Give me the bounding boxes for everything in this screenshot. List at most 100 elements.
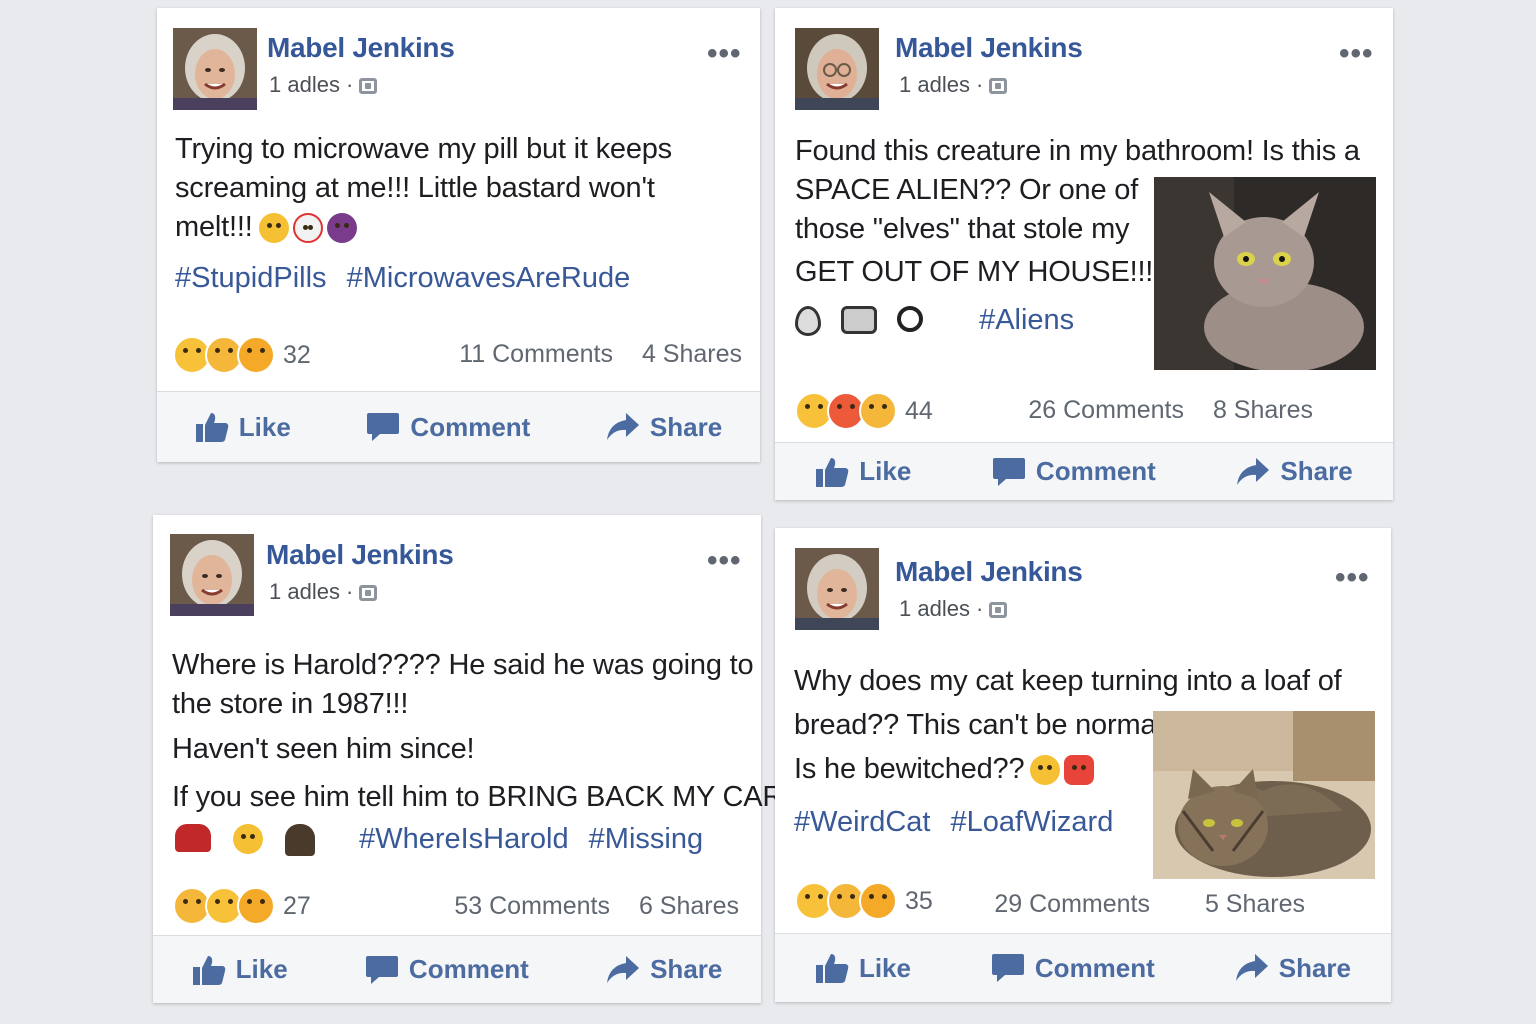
like-button[interactable]: Like [815,952,911,984]
like-thumb-icon [816,457,849,487]
author-name[interactable]: Mabel Jenkins [895,556,1083,588]
post-stats: 29 Comments 5 Shares [972,890,1305,919]
sob-reaction-icon [859,882,897,920]
comment-label: Comment [408,954,529,984]
share-label: Share [650,954,723,984]
comment-button[interactable]: Comment [992,456,1156,488]
hashtags: #Aliens [795,304,1086,337]
reaction-count: 27 [283,891,311,920]
comment-bubble-icon [365,955,398,984]
reaction-summary[interactable]: 35 [795,882,933,920]
like-thumb-icon [195,413,229,442]
shares-count[interactable]: 6 Shares [639,892,739,920]
hashtag-link[interactable]: #MicrowavesAreRude [347,262,631,294]
share-button[interactable]: Share [1236,456,1353,488]
privacy-icon [359,78,378,94]
like-button[interactable]: Like [195,411,291,443]
emoji-icon [258,213,289,244]
camera-icon [841,306,877,335]
shares-count[interactable]: 4 Shares [642,340,742,368]
share-arrow-icon [1237,457,1270,485]
action-bar: Like Comment Share [153,936,761,1003]
avatar[interactable] [795,548,879,630]
like-label: Like [859,456,912,486]
balloon-icon [795,306,821,337]
hashtags: #StupidPills #MicrowavesAreRude [175,262,642,295]
share-button[interactable]: Share [1235,952,1351,984]
comment-button[interactable]: Comment [365,954,529,986]
avatar[interactable] [795,28,879,110]
hashtag-link[interactable]: #Aliens [979,304,1074,336]
action-bar: Like Comment Share [775,443,1393,500]
timestamp[interactable]: 1 adles · [899,72,983,98]
post-stats: 53 Comments 6 Shares [432,892,739,921]
share-arrow-icon [606,413,639,440]
avatar[interactable] [173,28,257,110]
reaction-summary[interactable]: 44 [795,392,933,430]
post-meta: 1 adles · [269,72,378,98]
comment-label: Comment [1035,456,1156,486]
magnifier-icon [897,306,923,333]
share-button[interactable]: Share [606,411,722,443]
comment-bubble-icon [992,457,1025,486]
post-stats: 26 Comments 8 Shares [1006,396,1313,425]
shares-count[interactable]: 5 Shares [1205,890,1305,918]
comments-count[interactable]: 53 Comments [454,892,610,920]
post-meta: 1 adles · [899,72,1008,98]
sob-reaction-icon [859,392,897,430]
like-button[interactable]: Like [192,954,288,986]
comment-bubble-icon [367,413,400,441]
avatar[interactable] [170,534,254,616]
emoji-icon [292,213,323,244]
inline-emojis [258,213,357,244]
post-card: Mabel Jenkins 1 adles · ••• Trying to mi… [157,8,760,462]
post-text-line: Is he bewitched?? [794,753,1025,785]
more-options-icon[interactable]: ••• [1335,563,1370,593]
timestamp[interactable]: 1 adles · [269,579,353,605]
post-photo-loaf-cat[interactable] [1153,711,1375,879]
shares-count[interactable]: 8 Shares [1213,396,1313,424]
emoji-row [795,306,935,337]
emoji-row [175,824,327,857]
more-options-icon[interactable]: ••• [707,39,742,69]
comment-button[interactable]: Comment [991,952,1155,984]
more-options-icon[interactable]: ••• [707,546,742,576]
post-text-line: Found this creature in my bathroom! Is t… [795,135,1360,167]
reaction-count: 32 [283,340,311,369]
hashtag-link[interactable]: #StupidPills [175,262,327,294]
post-text-line: Why does my cat keep turning into a loaf… [794,665,1342,697]
author-name[interactable]: Mabel Jenkins [266,539,454,571]
person-icon [285,824,315,857]
post-text-line: Haven't seen him since! [172,733,475,765]
share-button[interactable]: Share [606,954,722,986]
action-bar: Like Comment Share [775,934,1391,1002]
timestamp[interactable]: 1 adles · [899,596,983,622]
author-name[interactable]: Mabel Jenkins [267,32,455,64]
emoji-icon [1030,755,1061,786]
comments-count[interactable]: 29 Comments [994,890,1150,918]
share-label: Share [649,411,723,442]
hashtag-link[interactable]: #Missing [589,823,703,855]
post-card: Mabel Jenkins 1 adles · ••• Why does my … [775,528,1391,1002]
like-thumb-icon [192,955,225,985]
reaction-summary[interactable]: 27 [173,887,311,925]
comment-button[interactable]: Comment [366,411,530,443]
hashtag-link[interactable]: #LoafWizard [951,806,1114,838]
comments-count[interactable]: 26 Comments [1028,396,1184,424]
comments-count[interactable]: 11 Comments [459,340,613,368]
comment-label: Comment [1034,952,1155,983]
hashtags: #WeirdCat #LoafWizard [794,806,1125,839]
privacy-icon [989,602,1008,618]
more-options-icon[interactable]: ••• [1339,39,1374,69]
privacy-icon [359,585,378,601]
hashtag-link[interactable]: #WhereIsHarold [359,823,569,855]
action-bar: Like Comment Share [157,392,760,462]
author-name[interactable]: Mabel Jenkins [895,32,1083,64]
reaction-summary[interactable]: 32 [173,336,311,374]
post-photo-alien-cat[interactable] [1154,177,1376,370]
share-arrow-icon [1235,954,1268,981]
hashtag-link[interactable]: #WeirdCat [794,806,930,838]
post-meta: 1 adles · [899,596,1008,622]
timestamp[interactable]: 1 adles · [269,72,353,98]
like-button[interactable]: Like [815,456,911,488]
